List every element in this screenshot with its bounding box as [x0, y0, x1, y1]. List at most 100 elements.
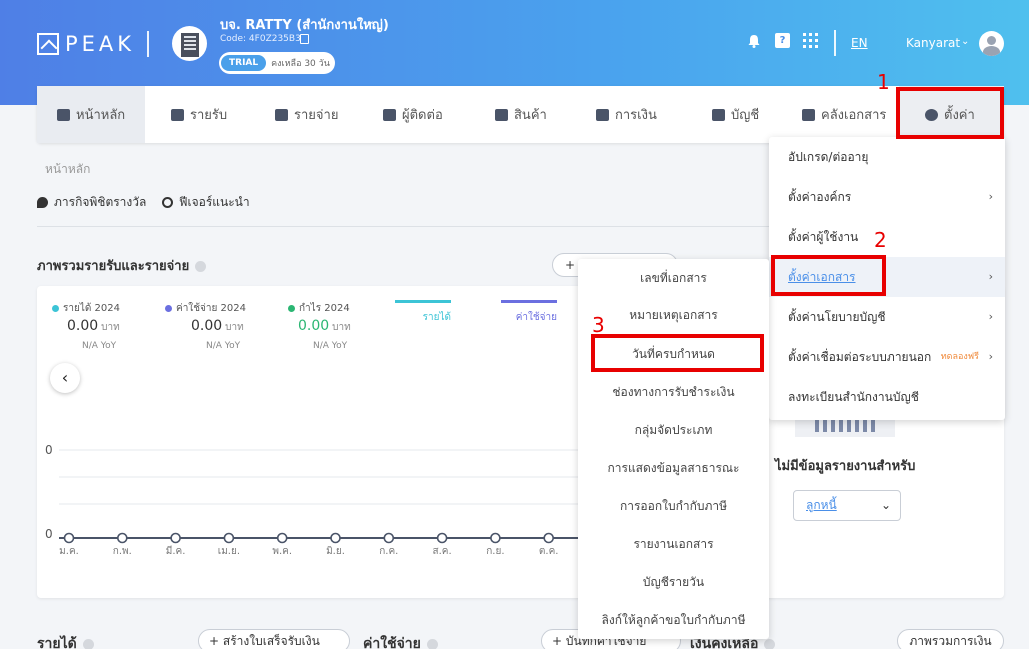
company-name[interactable]: บจ. RATTY (สำนักงานใหญ่)	[220, 14, 389, 35]
nav-documents[interactable]: คลังเอกสาร	[802, 86, 886, 143]
quick-link-label: ภารกิจพิชิตรางวัล	[54, 195, 147, 209]
x-tick-label: เม.ย.	[218, 546, 240, 557]
data-point[interactable]	[436, 532, 448, 544]
nav-expense[interactable]: รายจ่าย	[275, 86, 338, 143]
bottom-label-text: รายได้	[37, 636, 77, 649]
breadcrumb: หน้าหลัก	[45, 162, 91, 176]
y-tick-label: 0	[45, 443, 53, 457]
product-icon	[495, 108, 508, 121]
doc-item-invoice-request-link[interactable]: ลิงก์ให้ลูกค้าขอใบกำกับภาษี	[578, 601, 769, 639]
x-tick-label: ก.ค.	[379, 546, 398, 557]
bottom-label-text: ค่าใช้จ่าย	[363, 636, 421, 649]
data-point[interactable]	[117, 532, 128, 544]
data-point[interactable]	[383, 532, 395, 544]
nav-products[interactable]: สินค้า	[495, 86, 547, 143]
free-trial-tag: ทดลองฟรี	[940, 352, 979, 362]
settings-item-upgrade[interactable]: อัปเกรด/ต่ออายุ	[769, 137, 1005, 177]
logo-text: PEAK	[65, 32, 136, 56]
document-settings-submenu: เลขที่เอกสาร หมายเหตุเอกสาร วันที่ครบกำห…	[578, 259, 769, 639]
section-title: ภาพรวมรายรับและรายจ่าย	[37, 255, 207, 276]
quick-link-features[interactable]: ฟีเจอร์แนะนำ	[162, 193, 250, 212]
help-icon[interactable]	[764, 638, 776, 649]
data-point[interactable]	[170, 532, 181, 544]
nav-label: คลังเอกสาร	[821, 108, 887, 123]
expense-section-label: ค่าใช้จ่าย	[363, 633, 438, 649]
nav-label: บัญชี	[731, 108, 760, 123]
settings-item-register-firm[interactable]: ลงทะเบียนสำนักงานบัญชี	[769, 377, 1005, 417]
main-nav: หน้าหลัก รายรับ รายจ่าย ผู้ติดต่อ สินค้า…	[37, 86, 1004, 143]
data-point[interactable]	[223, 532, 235, 544]
income-icon	[171, 108, 184, 121]
company-chevron-down-icon[interactable]: ⌄	[366, 14, 375, 27]
menu-label: ตั้งค่าเชื่อมต่อระบบภายนอก	[788, 350, 932, 364]
data-point[interactable]	[63, 532, 75, 544]
peak-logo[interactable]: PEAK	[37, 32, 135, 56]
menu-label: ตั้งค่าองค์กร	[788, 190, 852, 204]
doc-item-report[interactable]: รายงานเอกสาร	[578, 525, 769, 563]
help-icon[interactable]	[426, 638, 438, 649]
user-avatar[interactable]	[979, 31, 1004, 56]
chevron-right-icon: ›	[988, 310, 993, 323]
doc-item-remarks[interactable]: หมายเหตุเอกสาร	[578, 296, 769, 334]
help-icon[interactable]	[195, 261, 207, 272]
company-avatar[interactable]	[172, 26, 207, 61]
chevron-down-icon: ⌄	[880, 498, 891, 512]
data-point[interactable]	[543, 532, 555, 544]
x-tick-label: ก.พ.	[113, 546, 132, 557]
x-tick-label: มี.ค.	[166, 545, 186, 557]
trial-remaining: คงเหลือ 30 วัน	[271, 59, 330, 69]
settings-item-users[interactable]: ตั้งค่าผู้ใช้งาน	[769, 217, 1005, 257]
help-icon[interactable]: ?	[775, 33, 790, 48]
nav-label: ผู้ติดต่อ	[402, 108, 443, 123]
user-name[interactable]: Kanyarat	[906, 36, 960, 50]
search-icon	[162, 197, 173, 208]
bell-icon[interactable]	[747, 34, 761, 48]
building-icon	[180, 33, 199, 57]
x-tick-label: มิ.ย.	[326, 546, 345, 557]
settings-item-accounting-policy[interactable]: ตั้งค่านโยบายบัญชี ›	[769, 297, 1005, 337]
doc-item-number[interactable]: เลขที่เอกสาร	[578, 259, 769, 297]
nav-label: รายจ่าย	[294, 108, 339, 123]
report-type-select[interactable]: ลูกหนี้ ⌄	[793, 490, 901, 521]
data-point[interactable]	[490, 532, 501, 544]
language-switch[interactable]: EN	[851, 36, 868, 50]
settings-item-integrations[interactable]: ตั้งค่าเชื่อมต่อระบบภายนอก ทดลองฟรี ›	[769, 337, 1005, 377]
company-code: Code: 4F0Z235B3	[220, 34, 301, 44]
quick-link-missions[interactable]: ภารกิจพิชิตรางวัล	[37, 193, 146, 212]
select-value: ลูกหนี้	[806, 498, 837, 512]
settings-item-organization[interactable]: ตั้งค่าองค์กร ›	[769, 177, 1005, 217]
finance-overview-button[interactable]: ภาพรวมการเงิน	[897, 629, 1004, 649]
doc-item-payment-channel[interactable]: ช่องทางการรับชำระเงิน	[578, 373, 769, 411]
account-icon	[712, 108, 725, 121]
nav-label: รายรับ	[190, 108, 228, 123]
highlight-box-step3	[591, 334, 764, 372]
create-receipt-button[interactable]: + สร้างใบเสร็จรับเงิน	[198, 629, 350, 649]
chevron-right-icon: ›	[988, 270, 993, 283]
user-chevron-down-icon[interactable]: ⌄	[961, 36, 969, 47]
contact-icon	[383, 108, 396, 121]
apps-grid-icon[interactable]	[803, 33, 818, 48]
highlight-box-step1	[896, 87, 1004, 139]
doc-item-journal[interactable]: บัญชีรายวัน	[578, 563, 769, 601]
no-report-data-text: ไม่มีข้อมูลรายงานสำหรับ	[775, 459, 916, 474]
data-point[interactable]	[330, 532, 341, 544]
doc-item-tax-invoice[interactable]: การออกใบกำกับภาษี	[578, 487, 769, 525]
nav-label: สินค้า	[514, 108, 547, 123]
data-point[interactable]	[276, 532, 288, 544]
nav-accounting[interactable]: บัญชี	[712, 86, 759, 143]
expense-icon	[275, 108, 288, 121]
doc-item-public-info[interactable]: การแสดงข้อมูลสาธารณะ	[578, 449, 769, 487]
doc-item-classification[interactable]: กลุ่มจัดประเภท	[578, 411, 769, 449]
copy-icon[interactable]	[300, 34, 309, 44]
nav-contacts[interactable]: ผู้ติดต่อ	[383, 86, 443, 143]
nav-finance[interactable]: การเงิน	[596, 86, 657, 143]
nav-income[interactable]: รายรับ	[171, 86, 227, 143]
header-divider	[834, 30, 836, 56]
nav-dashboard[interactable]: หน้าหลัก	[37, 86, 145, 143]
step-number-2: 2	[874, 228, 887, 252]
chevron-right-icon: ›	[988, 190, 993, 203]
income-expense-chart: 0 0 ม.ค. ก.พ. มี.ค. เม.ย. พ.ค. มิ.ย. ก.ค. ส.ค. ก.ย…	[45, 443, 582, 557]
help-icon[interactable]	[82, 638, 94, 649]
menu-label: ลงทะเบียนสำนักงานบัญชี	[788, 390, 919, 404]
income-section-label: รายได้	[37, 633, 94, 649]
